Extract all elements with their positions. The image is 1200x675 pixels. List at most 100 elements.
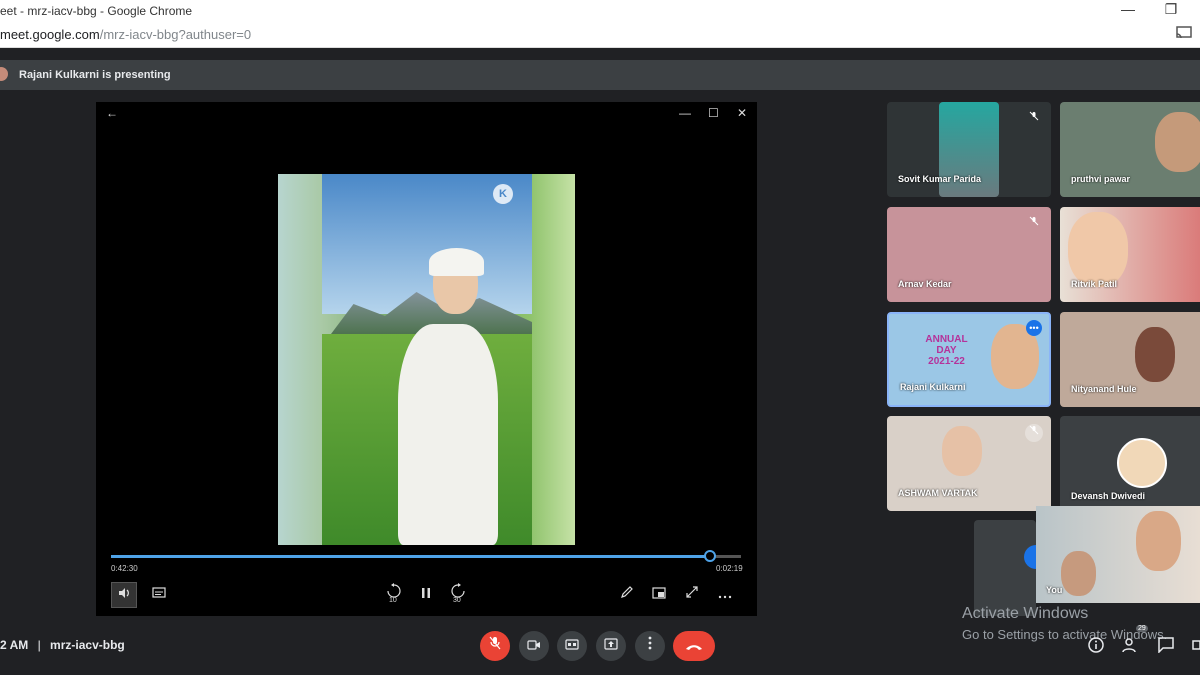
minimize-button[interactable]: — — [1113, 1, 1143, 17]
end-call-button[interactable] — [673, 631, 715, 661]
presentation-stage: ← — ☐ ✕ K 0:42:30 0:02:19 10 30 — [96, 102, 757, 616]
more-options-button[interactable] — [635, 631, 665, 661]
participant-tile[interactable]: Sovit Kumar Parida — [887, 102, 1051, 197]
seek-bar-fill — [111, 555, 710, 558]
participant-name: ASHWAM VARTAK — [898, 488, 978, 498]
volume-icon — [119, 588, 129, 598]
chat-icon[interactable] — [1158, 637, 1174, 657]
cast-icon[interactable] — [1176, 26, 1192, 42]
mic-off-icon — [1025, 424, 1043, 442]
meeting-separator: | — [37, 638, 41, 652]
participant-count-badge: 29 — [1136, 625, 1148, 632]
more-options-icon[interactable]: ••• — [1026, 320, 1042, 336]
meeting-controls-bar: 2 AM | mrz-iacv-bbg 29 — [0, 625, 1200, 675]
pip-button[interactable] — [646, 582, 672, 608]
more-horiz-icon — [718, 595, 732, 599]
window-close-icon[interactable]: ✕ — [737, 106, 747, 120]
pencil-icon — [621, 586, 633, 598]
participant-tile-presenter[interactable]: ANNUAL DAY 2021-22 ••• Rajani Kulkarni — [887, 312, 1051, 407]
self-video-adult — [1136, 511, 1181, 571]
self-view-label: You — [1046, 585, 1063, 595]
watermark-title: Activate Windows — [962, 605, 1089, 622]
meeting-code: mrz-iacv-bbg — [50, 638, 125, 652]
presenter-avatar — [0, 67, 8, 81]
participant-tile[interactable]: Ritvik Patil — [1060, 207, 1200, 302]
participant-tile[interactable]: Arnav Kedar — [887, 207, 1051, 302]
presenting-text: Rajani Kulkarni is presenting — [19, 69, 171, 81]
info-icon[interactable] — [1088, 637, 1104, 657]
participant-name: Rajani Kulkarni — [900, 382, 966, 392]
address-bar[interactable]: meet.google.com/mrz-iacv-bbg?authuser=0 — [0, 22, 1200, 48]
window-minimize-icon[interactable]: — — [679, 106, 691, 120]
present-button[interactable] — [596, 631, 626, 661]
participant-name: pruthvi pawar — [1071, 174, 1131, 184]
video-person-body — [398, 324, 498, 545]
activate-windows-watermark: Activate Windows Go to Settings to activ… — [962, 605, 1167, 642]
subtitles-icon — [152, 587, 166, 598]
meeting-time: 2 AM — [0, 638, 29, 652]
participant-video — [1068, 212, 1128, 287]
player-more-button[interactable] — [712, 582, 738, 608]
poster-line: DAY — [936, 345, 957, 356]
url: meet.google.com/mrz-iacv-bbg?authuser=0 — [0, 27, 251, 42]
poster-line: ANNUAL — [925, 334, 968, 345]
presenting-banner: Rajani Kulkarni is presenting — [0, 60, 1200, 90]
mic-off-icon — [1025, 110, 1043, 128]
annual-day-poster: ANNUAL DAY 2021-22 — [919, 334, 974, 367]
camera-icon — [527, 640, 540, 650]
participant-avatar — [1117, 438, 1167, 488]
mic-toggle-button[interactable] — [480, 631, 510, 661]
browser-titlebar: eet - mrz-iacv-bbg - Google Chrome — ❐ — [0, 0, 1200, 22]
pause-icon — [422, 588, 430, 598]
annotate-button[interactable] — [614, 582, 640, 608]
mic-off-icon — [489, 636, 501, 650]
poster-line: 2021-22 — [928, 356, 965, 367]
elapsed-time: 0:42:30 — [111, 564, 138, 573]
participant-tile[interactable]: Devansh Dwivedi — [1060, 416, 1200, 511]
window-maximize-icon[interactable]: ☐ — [708, 106, 719, 120]
picture-in-picture-icon — [652, 587, 666, 599]
participant-video — [1135, 327, 1175, 382]
remaining-time: 0:02:19 — [716, 564, 743, 573]
participant-tile-small[interactable] — [974, 520, 1048, 616]
participant-tile[interactable]: Nityanand Hule — [1060, 312, 1200, 407]
meeting-info: 2 AM | mrz-iacv-bbg — [0, 638, 125, 652]
participant-name: Devansh Dwivedi — [1071, 491, 1146, 501]
participant-tile[interactable]: ASHWAM VARTAK — [887, 416, 1051, 511]
more-vert-icon — [648, 636, 652, 650]
present-icon — [604, 638, 618, 650]
participant-name: Arnav Kedar — [898, 279, 952, 289]
url-path: /mrz-iacv-bbg?authuser=0 — [99, 27, 252, 42]
forward-label: 30 — [453, 597, 461, 604]
participant-name: Ritvik Patil — [1071, 279, 1118, 289]
camera-toggle-button[interactable] — [519, 631, 549, 661]
seek-bar[interactable] — [111, 550, 741, 562]
restore-button[interactable]: ❐ — [1156, 1, 1186, 18]
fullscreen-icon — [686, 586, 698, 598]
video-frame[interactable]: K — [278, 174, 575, 545]
subtitles-button[interactable] — [146, 582, 172, 608]
url-host: meet.google.com — [0, 27, 100, 42]
volume-button[interactable] — [111, 582, 137, 608]
pause-button[interactable] — [413, 582, 439, 608]
participant-tile[interactable]: pruthvi pawar — [1060, 102, 1200, 197]
participant-name: Sovit Kumar Parida — [898, 174, 982, 184]
seek-bar-handle[interactable] — [703, 550, 716, 562]
kinemaster-logo: K — [493, 184, 513, 204]
rewind-button[interactable]: 10 — [381, 582, 407, 608]
rewind-label: 10 — [389, 597, 397, 604]
people-icon[interactable] — [1122, 637, 1140, 657]
back-arrow-icon[interactable]: ← — [106, 106, 118, 120]
mic-off-icon — [1025, 215, 1043, 233]
video-person-cap — [429, 248, 484, 276]
fullscreen-button[interactable] — [679, 582, 705, 608]
participant-name: Nityanand Hule — [1071, 384, 1137, 394]
participant-video — [1155, 112, 1200, 172]
activities-icon[interactable] — [1192, 637, 1200, 657]
captions-button[interactable] — [557, 631, 587, 661]
forward-button[interactable]: 30 — [445, 582, 471, 608]
participant-video — [942, 426, 982, 476]
window-title: eet - mrz-iacv-bbg - Google Chrome — [0, 4, 193, 18]
self-view[interactable]: You — [1036, 506, 1200, 603]
end-call-icon — [686, 645, 702, 650]
